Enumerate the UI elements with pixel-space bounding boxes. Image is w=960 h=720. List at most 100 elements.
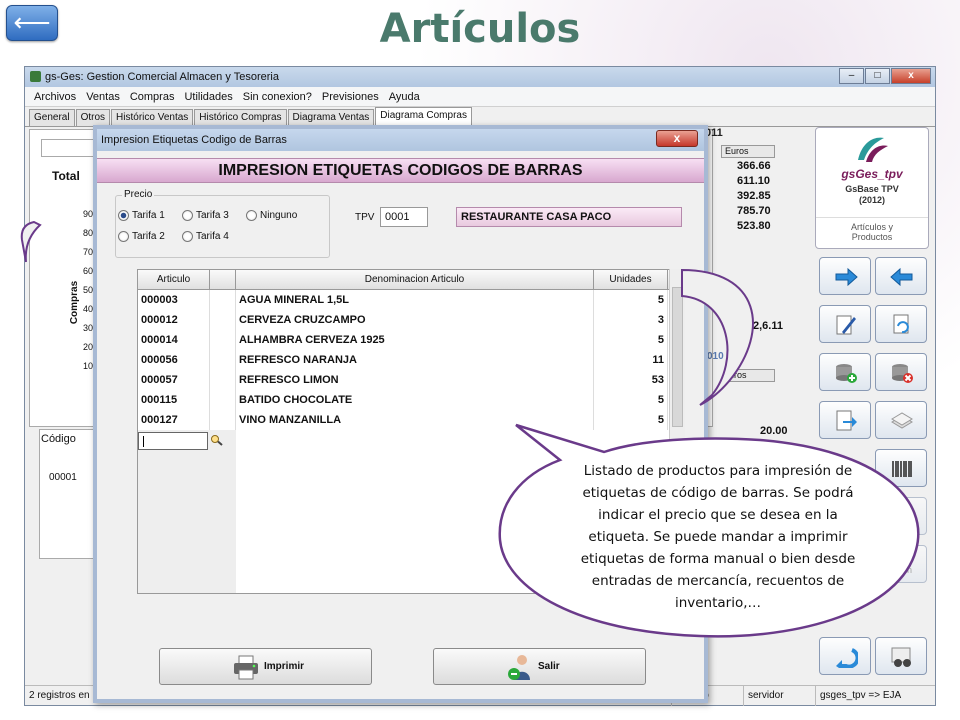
minimize-button[interactable]: – — [839, 68, 864, 84]
cell-denominacion[interactable]: ALHAMBRA CERVEZA 1925 — [236, 330, 594, 350]
export-button[interactable] — [819, 401, 871, 439]
radio-tarifa-2[interactable]: Tarifa 2 — [118, 231, 165, 242]
cell-denominacion[interactable]: VINO MANZANILLA — [236, 410, 594, 430]
table-row[interactable]: 000003 AGUA MINERAL 1,5L 5 — [138, 290, 684, 310]
borrar-imagen-button[interactable]: Borrar Imagen — [875, 545, 927, 583]
cell-unidades[interactable]: 5 — [594, 410, 668, 430]
delete-record-button[interactable] — [875, 353, 927, 391]
tab-general[interactable]: General — [29, 109, 75, 126]
tab-historico-ventas[interactable]: Histórico Ventas — [111, 109, 194, 126]
user-exit-icon — [508, 655, 530, 680]
pages-icon — [891, 412, 913, 429]
radio-tarifa-3[interactable]: Tarifa 3 — [182, 210, 229, 221]
cell-denominacion[interactable]: REFRESCO NARANJA — [236, 350, 594, 370]
imprimir-button[interactable]: Imprimir — [159, 648, 372, 685]
cell-blank — [210, 370, 236, 390]
tpv-name: RESTAURANTE CASA PACO — [456, 207, 682, 227]
cell-unidades[interactable]: 11 — [594, 350, 668, 370]
y-tick: 30 — [83, 323, 94, 333]
cargar-imagen-label: Cargar Imagen — [882, 504, 912, 528]
add-record-button[interactable] — [819, 353, 871, 391]
table-row[interactable]: 000057 REFRESCO LIMON 53 — [138, 370, 684, 390]
borrar-label-2: Imagen — [882, 565, 913, 575]
cell-articulo[interactable]: 000056 — [138, 350, 210, 370]
grid-empty-area — [138, 430, 210, 593]
cell-articulo[interactable]: 000115 — [138, 390, 210, 410]
cell-unidades[interactable]: 5 — [594, 290, 668, 310]
cell-unidades[interactable]: 5 — [594, 330, 668, 350]
menu-sin-conexion[interactable]: Sin conexion? — [238, 87, 317, 106]
radio-tarifa-1[interactable]: Tarifa 1 — [118, 210, 165, 221]
menu-compras[interactable]: Compras — [125, 87, 180, 106]
cargar-imagen-button[interactable]: Cargar Imagen — [875, 497, 927, 535]
radio-dot-icon — [182, 210, 193, 221]
cell-articulo[interactable]: 000003 — [138, 290, 210, 310]
cell-articulo[interactable]: 000057 — [138, 370, 210, 390]
tab-historico-compras[interactable]: Histórico Compras — [194, 109, 287, 126]
undo-button[interactable] — [819, 637, 871, 675]
edit-button[interactable] — [819, 305, 871, 343]
previous-record-button[interactable] — [875, 257, 927, 295]
salir-button[interactable]: Salir — [433, 648, 646, 685]
euros-fragment-00: .00 — [772, 425, 788, 437]
menu-ayuda[interactable]: Ayuda — [384, 87, 425, 106]
menu-ventas[interactable]: Ventas — [81, 87, 125, 106]
binoculars-icon — [891, 647, 911, 667]
refresh-document-button[interactable] — [875, 305, 927, 343]
col-articulo[interactable]: Articulo — [138, 270, 210, 289]
barcode-button[interactable] — [875, 449, 927, 487]
close-app-button[interactable]: x — [891, 68, 931, 84]
radio-dot-icon — [118, 231, 129, 242]
cell-denominacion[interactable]: REFRESCO LIMON — [236, 370, 594, 390]
dialog-close-button[interactable]: x — [656, 130, 698, 147]
radio-ninguno[interactable]: Ninguno — [246, 210, 297, 221]
cell-unidades[interactable]: 5 — [594, 390, 668, 410]
database-delete-icon — [892, 364, 913, 383]
table-row[interactable]: 000115 BATIDO CHOCOLATE 5 — [138, 390, 684, 410]
col-unidades[interactable]: Unidades — [594, 270, 668, 289]
col-denominacion[interactable]: Denominacion Articulo — [236, 270, 594, 289]
table-row[interactable]: 000127 VINO MANZANILLA 5 — [138, 410, 684, 430]
arrow-right-icon — [835, 267, 858, 287]
table-row[interactable]: 000056 REFRESCO NARANJA 11 — [138, 350, 684, 370]
codigo-list-background — [39, 429, 99, 559]
maximize-button[interactable]: □ — [865, 68, 890, 84]
y-tick: 50 — [83, 285, 94, 295]
tpv-input[interactable]: 0001 — [380, 207, 428, 227]
cell-unidades[interactable]: 53 — [594, 370, 668, 390]
codigo-value[interactable]: 00001 — [49, 472, 77, 483]
table-row[interactable]: 000014 ALHAMBRA CERVEZA 1925 5 — [138, 330, 684, 350]
copy-button[interactable] — [875, 401, 927, 439]
tab-diagrama-ventas[interactable]: Diagrama Ventas — [287, 109, 375, 126]
euros-value: 366.66 — [737, 160, 771, 172]
radio-tarifa-4[interactable]: Tarifa 4 — [182, 231, 229, 242]
search-icon[interactable] — [210, 434, 224, 446]
new-article-input[interactable] — [138, 432, 208, 450]
table-row[interactable]: 000012 CERVEZA CRUZCAMPO 3 — [138, 310, 684, 330]
euros-fragment: 20.00 — [760, 425, 788, 437]
cell-unidades[interactable]: 3 — [594, 310, 668, 330]
menu-archivos[interactable]: Archivos — [29, 87, 81, 106]
cell-denominacion[interactable]: BATIDO CHOCOLATE — [236, 390, 594, 410]
cell-denominacion[interactable]: CERVEZA CRUZCAMPO — [236, 310, 594, 330]
cell-articulo[interactable]: 000014 — [138, 330, 210, 350]
cell-blank — [210, 330, 236, 350]
dialog-title: Impresion Etiquetas Codigo de Barras — [101, 134, 287, 146]
tab-otros[interactable]: Otros — [75, 109, 111, 126]
menu-previsiones[interactable]: Previsiones — [317, 87, 384, 106]
callout-text: Listado de productos para impresión de e… — [580, 463, 856, 611]
cell-denominacion[interactable]: AGUA MINERAL 1,5L — [236, 290, 594, 310]
cell-articulo[interactable]: 000127 — [138, 410, 210, 430]
tab-diagrama-compras[interactable]: Diagrama Compras — [375, 107, 472, 126]
cell-articulo[interactable]: 000012 — [138, 310, 210, 330]
app-title: gs-Ges: Gestion Comercial Almacen y Teso… — [45, 71, 279, 83]
barcode-icon — [892, 461, 912, 477]
next-record-button[interactable] — [819, 257, 871, 295]
search-records-button[interactable] — [875, 637, 927, 675]
scrollbar-thumb[interactable] — [672, 287, 683, 427]
menu-utilidades[interactable]: Utilidades — [179, 87, 237, 106]
radio-tarifa-4-label: Tarifa 4 — [196, 231, 229, 242]
filter-field-background[interactable] — [41, 139, 101, 157]
gsges-logo-icon — [858, 137, 888, 162]
col-blank[interactable] — [210, 270, 236, 289]
